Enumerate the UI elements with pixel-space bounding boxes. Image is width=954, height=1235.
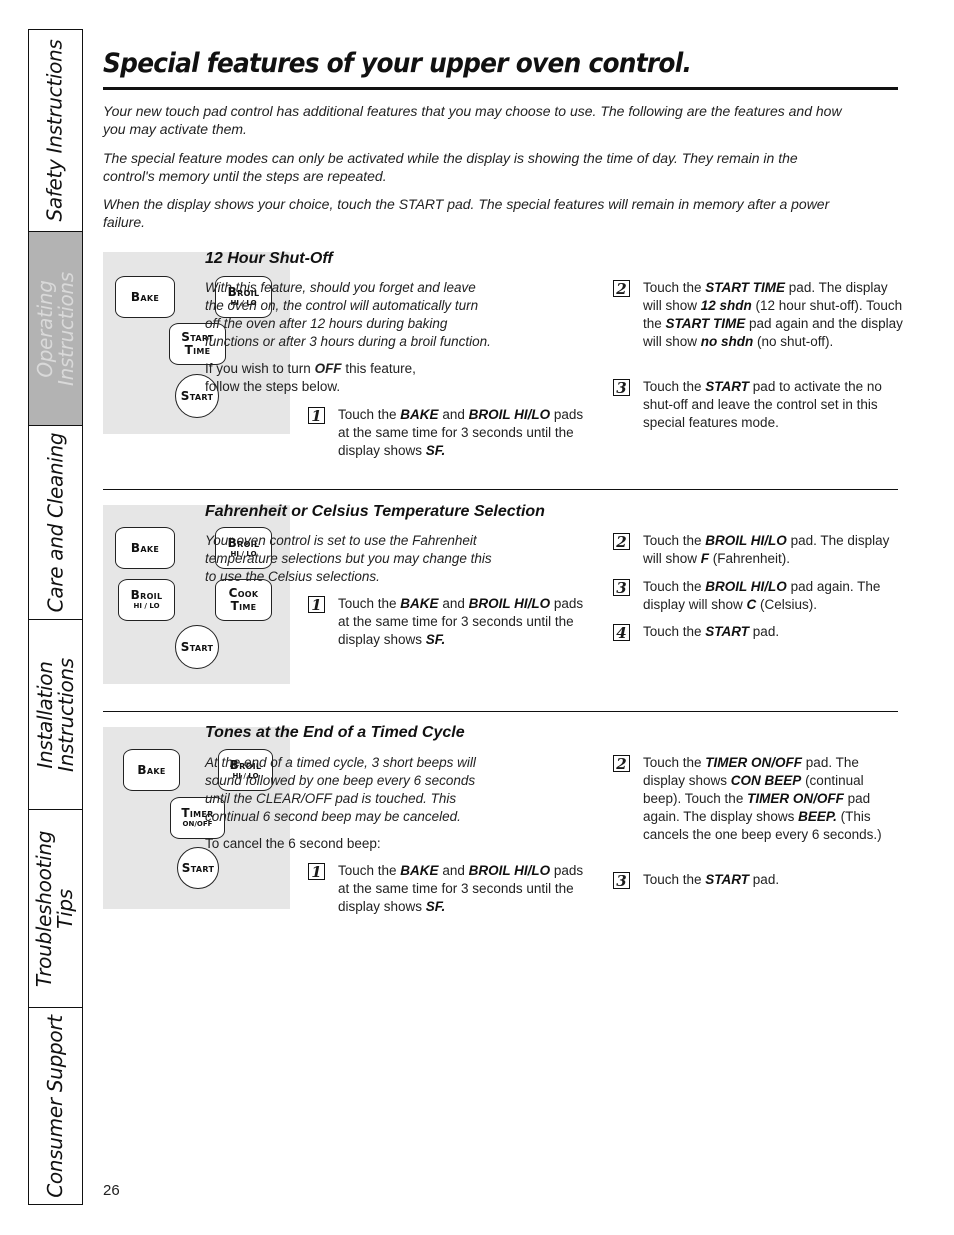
- intro-paragraph-3: When the display shows your choice, touc…: [103, 196, 830, 230]
- tab-label: Safety Instructions: [43, 39, 67, 222]
- tab-safety-instructions[interactable]: Safety Instructions: [29, 30, 82, 232]
- pad-label: Start: [181, 860, 215, 875]
- step: 1 Touch the BAKE and BROIL HI/LO pads at …: [308, 862, 598, 916]
- step: 1 Touch the BAKE and BROIL HI/LO pads at …: [308, 406, 598, 460]
- step-text: Touch the START pad.: [643, 624, 780, 639]
- step: 2 Touch the TIMER ON/OFF pad. The display…: [613, 754, 903, 844]
- bake-pad: Bake: [115, 527, 175, 569]
- step: 2 Touch the BROIL HI/LO pad. The display …: [613, 532, 903, 568]
- pad-label: Start: [180, 639, 214, 654]
- pad-label: Bake: [137, 762, 166, 777]
- step-number-box: 2: [613, 533, 630, 551]
- tab-label: Troubleshooting Tips: [32, 830, 78, 987]
- section-note: If you wish to turn OFF this feature, fo…: [205, 360, 435, 396]
- note-text: If you wish to turn: [205, 361, 315, 376]
- tab-troubleshooting-tips[interactable]: Troubleshooting Tips: [29, 810, 82, 1008]
- pad-label: Bake: [130, 540, 160, 555]
- section-divider: [103, 711, 898, 712]
- section-tabs: Safety Instructions Operating Instructio…: [28, 29, 83, 1205]
- start-pad: Start: [175, 625, 219, 669]
- step-text: Touch the START TIME pad. The display wi…: [643, 280, 903, 349]
- section-title: Tones at the End of a Timed Cycle: [205, 724, 465, 741]
- section-title: 12 Hour Shut-Off: [205, 250, 333, 267]
- tab-care-and-cleaning[interactable]: Care and Cleaning: [29, 426, 82, 620]
- step: 4 Touch the START pad.: [613, 623, 903, 642]
- tab-operating-instructions[interactable]: Operating Instructions: [29, 232, 82, 426]
- step-number-box: 2: [613, 280, 630, 298]
- step-text: Touch the BROIL HI/LO pad. The display w…: [643, 533, 890, 566]
- section-description: At the end of a timed cycle, 3 short bee…: [205, 755, 476, 824]
- intro-paragraph-1: Your new touch pad control has additiona…: [103, 103, 842, 137]
- section-description: Your oven control is set to use the Fahr…: [205, 533, 492, 584]
- tab-label: Installation Instructions: [32, 657, 78, 772]
- tab-consumer-support[interactable]: Consumer Support: [29, 1008, 82, 1204]
- step-text: Touch the BAKE and BROIL HI/LO pads at t…: [338, 596, 584, 647]
- section-divider: [103, 489, 898, 490]
- step: 2 Touch the START TIME pad. The display w…: [613, 279, 903, 351]
- section-description: With this feature, should you forget and…: [205, 280, 491, 349]
- step-text: Touch the BAKE and BROIL HI/LO pads at t…: [338, 863, 584, 914]
- step-number-box: 1: [308, 863, 325, 881]
- step-number-box: 2: [613, 755, 630, 773]
- step-text: Touch the START pad.: [643, 872, 780, 887]
- step: 3 Touch the START pad.: [613, 871, 903, 890]
- step-number-box: 4: [613, 624, 630, 642]
- section-title: Fahrenheit or Celsius Temperature Select…: [205, 503, 545, 520]
- step-number-box: 3: [613, 579, 630, 597]
- step-text: Touch the TIMER ON/OFF pad. The display …: [643, 755, 882, 842]
- step-number-box: 1: [308, 407, 325, 425]
- start-pad: Start: [177, 847, 219, 889]
- title-divider: [103, 87, 898, 90]
- page-title: Special features of your upper oven cont…: [103, 48, 692, 79]
- intro-paragraph-2: The special feature modes can only be ac…: [103, 150, 798, 184]
- step: 3 Touch the BROIL HI/LO pad again. The di…: [613, 578, 903, 614]
- page-number: 26: [103, 1182, 120, 1199]
- tab-installation-instructions[interactable]: Installation Instructions: [29, 620, 82, 810]
- step-number-box: 1: [308, 596, 325, 614]
- pad-label: Cook Time: [228, 586, 259, 613]
- step-text: Touch the BROIL HI/LO pad again. The dis…: [643, 579, 881, 612]
- step: 3 Touch the START pad to activate the no …: [613, 378, 903, 432]
- step-number-box: 3: [613, 379, 630, 397]
- bake-pad: Bake: [115, 276, 175, 318]
- tab-label: Care and Cleaning: [43, 432, 67, 613]
- pad-label: Broil: [130, 588, 163, 602]
- bake-pad: Bake: [123, 749, 180, 791]
- broil-pad: Broil HI / LO: [118, 579, 175, 621]
- tab-label: Consumer Support: [43, 1014, 68, 1198]
- pad-label: Bake: [130, 289, 160, 304]
- step-number-box: 3: [613, 872, 630, 890]
- note-bold: OFF: [314, 361, 342, 376]
- section-note: To cancel the 6 second beep:: [205, 836, 381, 851]
- step-text: Touch the START pad to activate the no s…: [643, 379, 882, 430]
- step: 1 Touch the BAKE and BROIL HI/LO pads at …: [308, 595, 598, 649]
- tab-label: Operating Instructions: [32, 271, 78, 386]
- step-text: Touch the BAKE and BROIL HI/LO pads at t…: [338, 407, 584, 458]
- pad-sublabel: HI / LO: [133, 602, 160, 610]
